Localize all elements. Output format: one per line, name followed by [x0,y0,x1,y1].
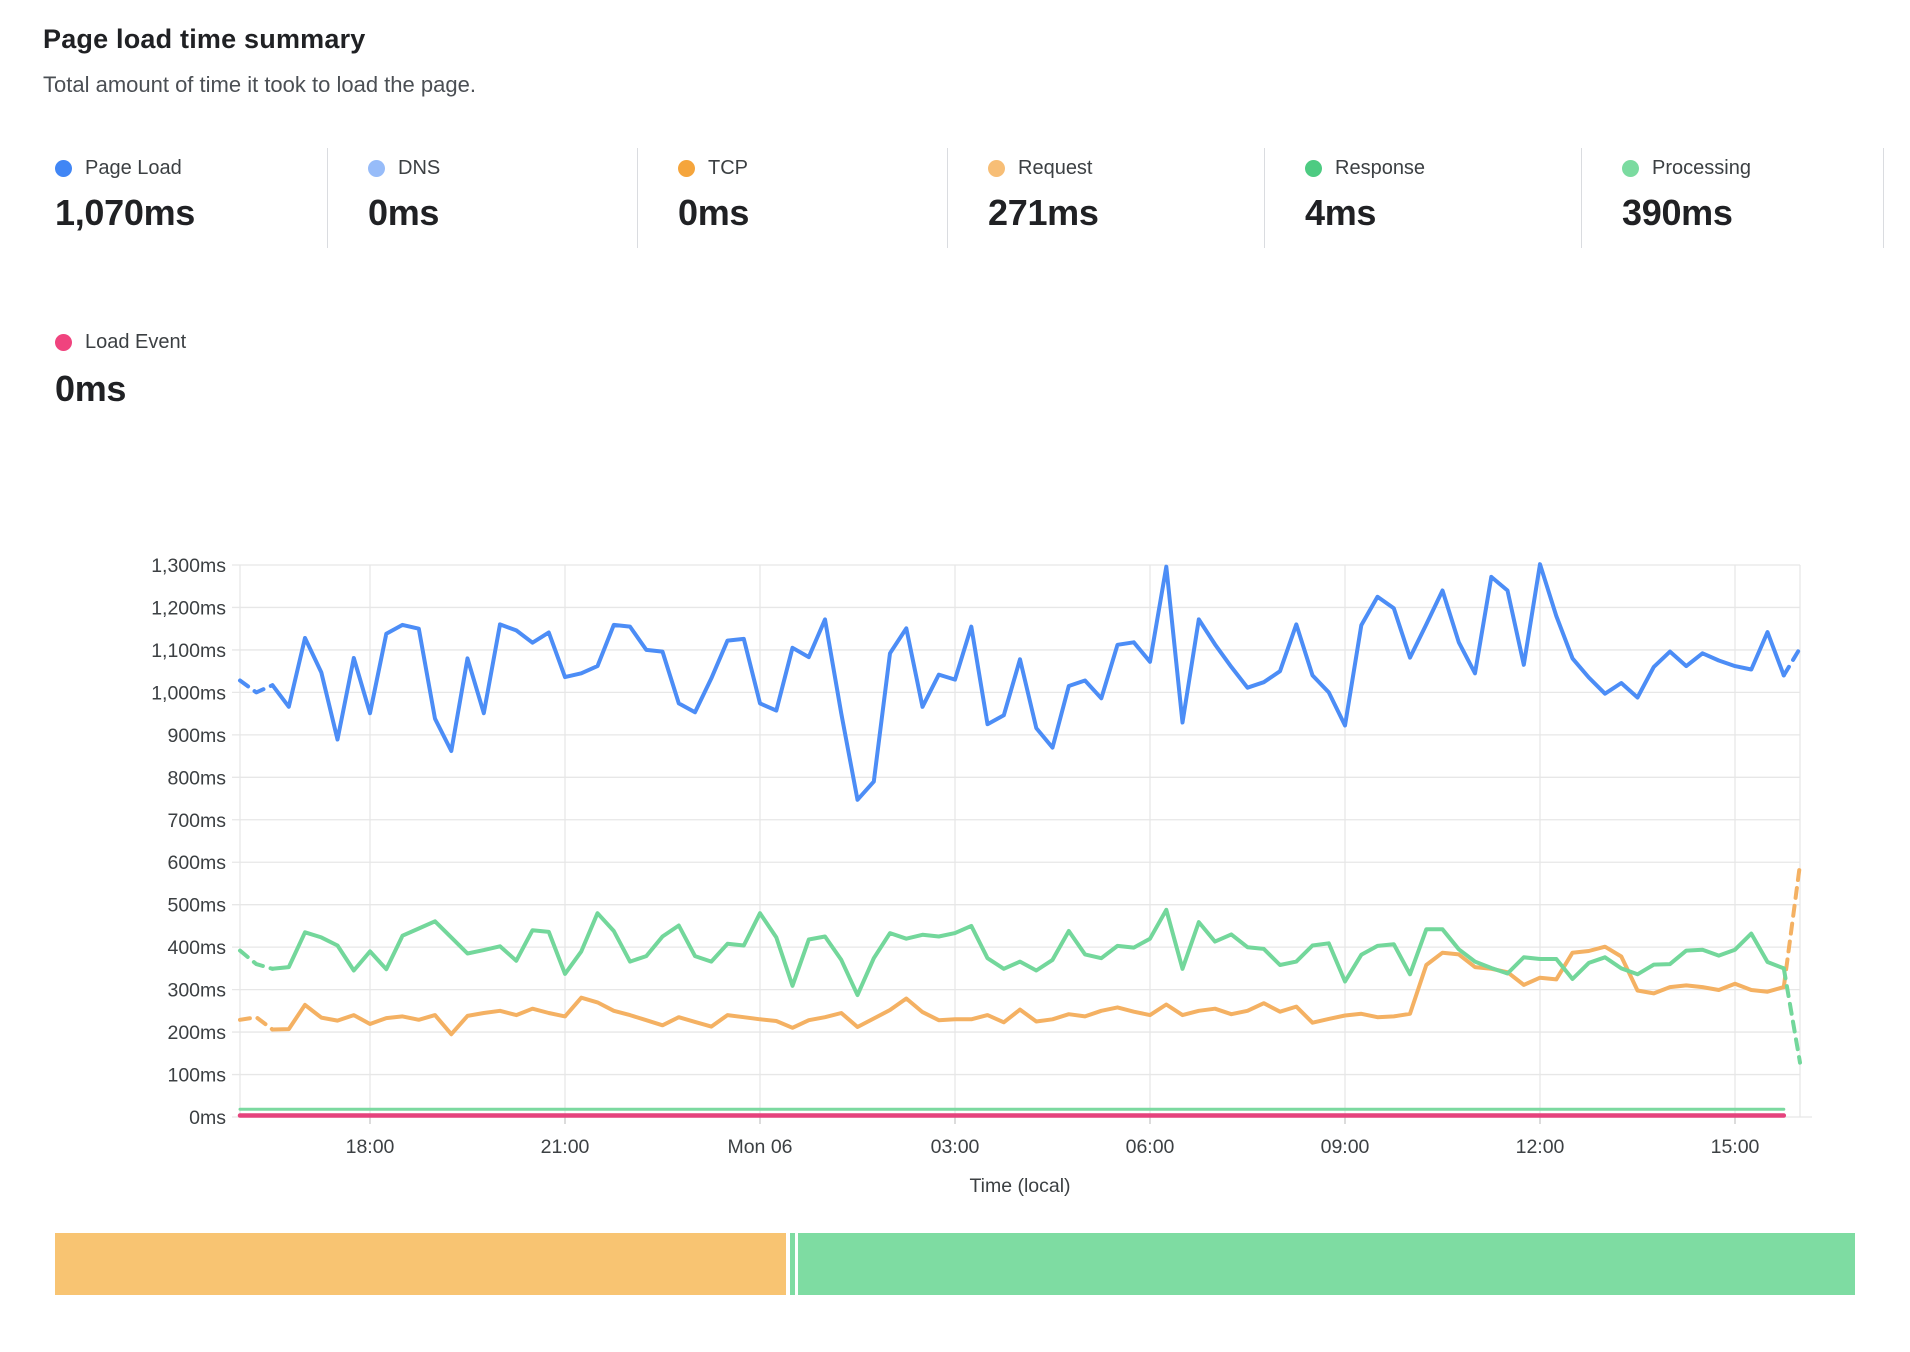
stat-label: TCP [708,157,748,180]
y-axis-tick-label: 900ms [167,725,226,747]
stat-response: Response 4ms [1265,148,1582,248]
stat-processing: Processing 390ms [1582,148,1884,248]
response-legend-dot-icon [1305,160,1322,177]
y-axis-tick-label: 1,000ms [151,682,226,704]
y-axis-tick-label: 700ms [167,810,226,832]
page-title: Page load time summary [43,24,366,55]
stat-label: Page Load [85,157,182,180]
x-axis-tick-label: 21:00 [541,1136,590,1158]
request-legend-dot-icon [988,160,1005,177]
series-processing-line [273,910,1784,995]
result-segment-passed-range[interactable] [798,1233,1855,1295]
x-axis-tick-label: Mon 06 [727,1136,792,1158]
y-axis-tick-label: 1,100ms [151,640,226,662]
x-axis-tick-label: 12:00 [1516,1136,1565,1158]
y-axis-tick-label: 0ms [189,1107,226,1129]
processing-legend-dot-icon [1622,160,1639,177]
stat-value: 0ms [55,368,372,410]
stat-value: 0ms [678,192,947,234]
result-segment-failed-range[interactable] [55,1233,786,1295]
stat-label: Load Event [85,331,186,354]
stat-value: 0ms [368,192,637,234]
series-processing-line-lead-dash [240,951,273,969]
chart-grid [232,565,1812,1124]
x-axis-title: Time (local) [969,1175,1070,1197]
x-axis-tick-label: 18:00 [346,1136,395,1158]
stat-page-load: Page Load 1,070ms [43,148,328,248]
load-event-legend-dot-icon [55,334,72,351]
tcp-legend-dot-icon [678,160,695,177]
series-page-load-line [273,564,1784,800]
stat-request: Request 271ms [948,148,1265,248]
y-axis-tick-label: 500ms [167,895,226,917]
stat-value: 390ms [1622,192,1883,234]
series-page-load-line-lead-dash [240,681,273,693]
stat-label: Processing [1652,157,1751,180]
y-axis-tick-label: 600ms [167,852,226,874]
results-timeline-strip[interactable] [55,1233,1855,1295]
y-axis-tick-label: 1,300ms [151,555,226,577]
x-axis-tick-label: 15:00 [1711,1136,1760,1158]
stat-label: Response [1335,157,1425,180]
y-axis-tick-label: 1,200ms [151,597,226,619]
y-axis-tick-label: 200ms [167,1022,226,1044]
page-load-summary-panel: Page load time summary Total amount of t… [0,0,1910,1352]
stat-value: 4ms [1305,192,1581,234]
series-request-line-tail-dash [1784,864,1800,987]
stats-row: Page Load 1,070ms DNS 0ms TCP 0ms Reques… [43,148,1884,248]
series-request-line-lead-dash [240,1017,273,1029]
x-axis-tick-label: 06:00 [1126,1136,1175,1158]
page-subtitle: Total amount of time it took to load the… [43,72,476,98]
y-axis-tick-label: 100ms [167,1065,226,1087]
page-load-legend-dot-icon [55,160,72,177]
x-axis-tick-label: 09:00 [1321,1136,1370,1158]
stat-label: DNS [398,157,440,180]
stat-label: Request [1018,157,1093,180]
x-axis-tick-label: 03:00 [931,1136,980,1158]
series-page-load-line-tail-dash [1784,648,1800,675]
y-axis-tick-label: 300ms [167,980,226,1002]
y-axis-tick-label: 400ms [167,937,226,959]
stat-dns: DNS 0ms [328,148,638,248]
page-load-time-chart: 0ms 100ms 200ms 300ms 400ms 500ms 600ms 700ms 80… [0,430,1910,1220]
stat-value: 271ms [988,192,1264,234]
dns-legend-dot-icon [368,160,385,177]
stat-load-event: Load Event 0ms [55,330,372,410]
stat-tcp: TCP 0ms [638,148,948,248]
stat-value: 1,070ms [55,192,327,234]
y-axis-tick-label: 800ms [167,767,226,789]
